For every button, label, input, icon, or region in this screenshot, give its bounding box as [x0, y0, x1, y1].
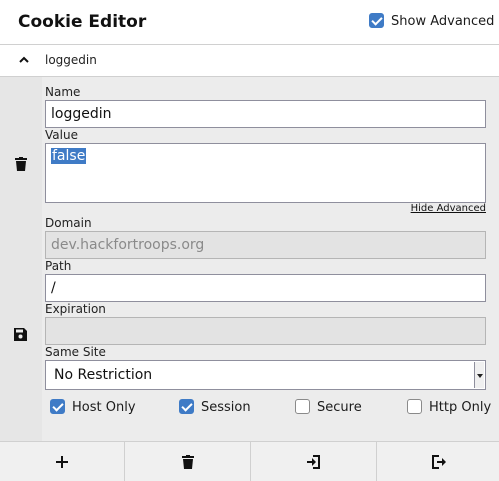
same-site-select[interactable]: No Restriction [45, 360, 486, 390]
trash-icon[interactable] [15, 157, 27, 171]
select-arrow-icon [474, 362, 484, 388]
import-button[interactable] [252, 442, 377, 481]
http-only-label: Http Only [429, 400, 492, 415]
expiration-input[interactable] [45, 317, 486, 345]
path-input[interactable]: / [45, 274, 486, 302]
cookie-name: loggedin [45, 53, 97, 67]
domain-label: Domain [45, 216, 92, 230]
name-input[interactable]: loggedin [45, 100, 486, 128]
same-site-label: Same Site [45, 345, 106, 359]
host-only-checkbox[interactable] [50, 399, 65, 414]
app-title: Cookie Editor [18, 12, 147, 32]
secure-label: Secure [317, 400, 362, 415]
hide-advanced-link[interactable]: Hide Advanced [411, 203, 486, 214]
http-only-checkbox[interactable] [407, 399, 422, 414]
value-text: false [51, 148, 87, 164]
add-cookie-button[interactable] [0, 442, 125, 481]
value-textarea[interactable]: false [45, 143, 486, 203]
show-advanced-label[interactable]: Show Advanced [391, 14, 494, 29]
same-site-selected: No Restriction [54, 367, 153, 383]
domain-input[interactable]: dev.hackfortroops.org [45, 231, 486, 259]
cookie-list-item[interactable]: loggedin [0, 45, 499, 77]
secure-checkbox[interactable] [295, 399, 310, 414]
session-label: Session [201, 400, 251, 415]
export-button[interactable] [377, 442, 499, 481]
cookie-actions-sidebar [0, 77, 42, 441]
footer-toolbar [0, 441, 499, 481]
host-only-label: Host Only [72, 400, 136, 415]
expiration-label: Expiration [45, 302, 106, 316]
header: Cookie Editor Show Advanced [0, 0, 499, 45]
export-icon [432, 454, 447, 469]
trash-icon [182, 454, 194, 469]
path-label: Path [45, 259, 72, 273]
import-icon [306, 454, 322, 469]
chevron-up-icon[interactable] [19, 56, 29, 63]
show-advanced-checkbox[interactable] [369, 13, 384, 28]
session-checkbox[interactable] [179, 399, 194, 414]
delete-all-button[interactable] [126, 442, 251, 481]
name-label: Name [45, 85, 81, 99]
value-label: Value [45, 128, 78, 142]
floppy-disk-icon[interactable] [14, 328, 27, 341]
plus-icon [56, 455, 68, 468]
